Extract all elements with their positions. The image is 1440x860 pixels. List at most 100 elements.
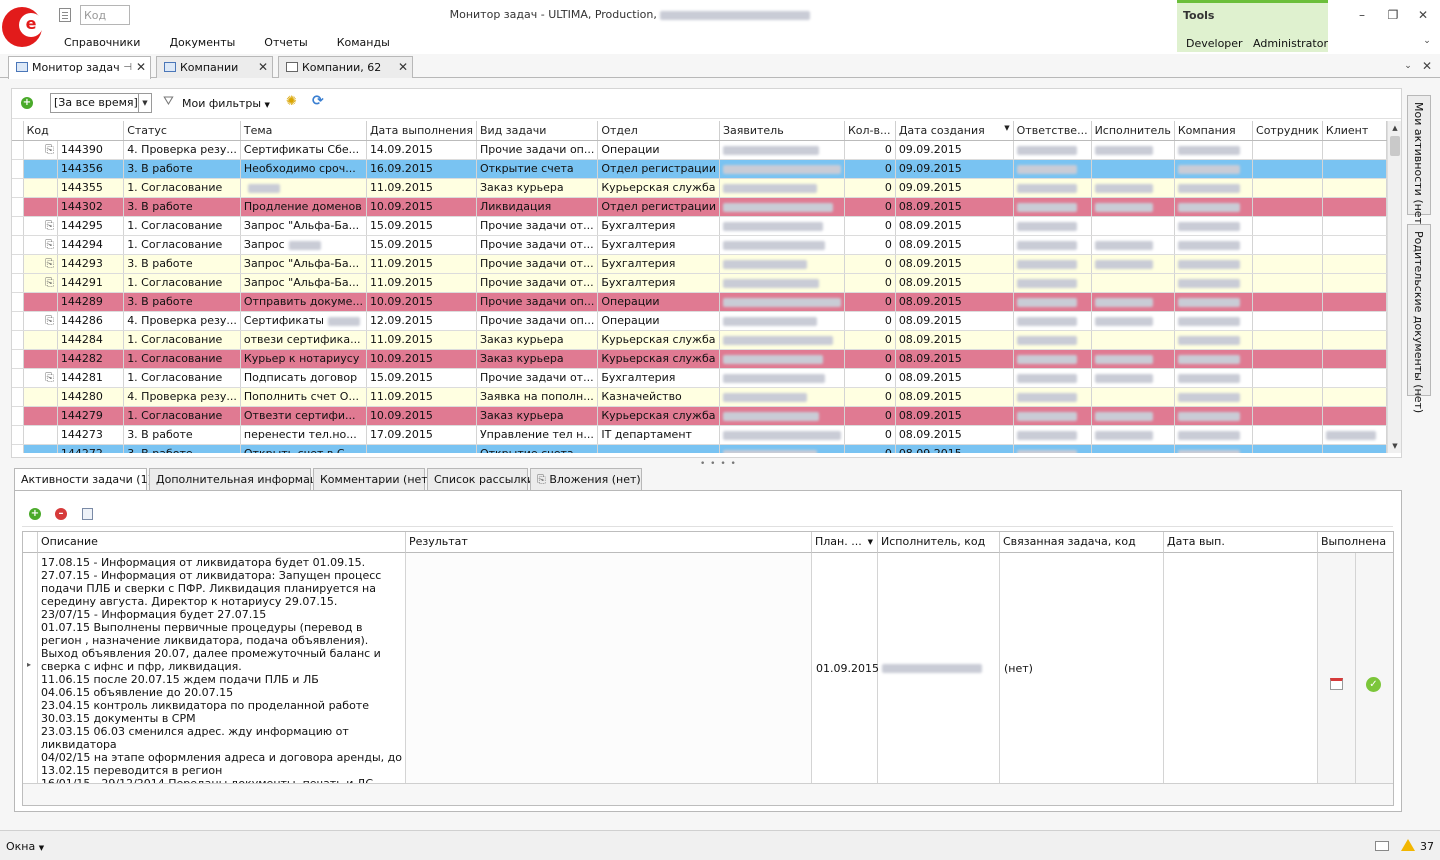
cell-count[interactable]: 0 [844,444,896,453]
cell-count[interactable]: 0 [844,368,896,388]
cell-topic[interactable]: Запрос "Альфа-Ба... [240,254,367,274]
attachment-cell[interactable]: ⎘ [23,140,58,160]
cell-client[interactable] [1322,311,1387,331]
activity-result[interactable] [406,553,812,783]
cell-created-date[interactable]: 08.09.2015 [895,311,1014,331]
attachment-cell[interactable] [23,178,58,198]
cell-code[interactable]: 144286 [57,311,125,331]
cell-department[interactable]: Бухгалтерия [597,235,720,255]
cell-count[interactable]: 0 [844,330,896,350]
refresh-icon[interactable]: ⟳ [312,94,326,108]
tab-task-activities[interactable]: Активности задачи (1) [14,468,152,491]
cell-employee[interactable] [1252,425,1323,445]
cell-code[interactable]: 144272 [57,444,125,453]
col-created-date[interactable]: Дата создания ▼ [895,121,1014,141]
menu-directories[interactable]: Справочники [64,36,140,52]
cell-code[interactable]: 144289 [57,292,125,312]
col-executor[interactable]: Исполнитель [1091,121,1175,141]
row-gutter[interactable] [12,140,24,160]
cell-executor[interactable] [1091,387,1175,407]
cell-department[interactable]: Бухгалтерия [597,254,720,274]
cell-executor[interactable] [1091,216,1175,236]
cell-count[interactable]: 0 [844,406,896,426]
cell-task-type[interactable]: Заказ курьера [476,330,599,350]
cell-executor[interactable] [1091,178,1175,198]
cell-created-date[interactable]: 08.09.2015 [895,273,1014,293]
row-gutter[interactable] [12,349,24,369]
col-code[interactable]: Код [23,121,125,141]
cell-requester[interactable] [719,216,845,236]
cell-department[interactable]: Курьерская служба [597,406,720,426]
cell-count[interactable]: 0 [844,235,896,255]
table-row[interactable]: ⎘ 144286 4. Проверка резу... Сертификаты 12.… [12,311,1387,331]
cell-company[interactable] [1174,254,1254,274]
cell-task-type[interactable]: Заказ курьера [476,406,599,426]
administrator-menu[interactable]: Administrator [1253,37,1328,50]
close-tab-icon[interactable]: ✕ [258,57,268,78]
cell-due-date[interactable]: 15.09.2015 [366,216,477,236]
cell-created-date[interactable]: 08.09.2015 [895,197,1014,217]
cell-requester[interactable] [719,425,845,445]
row-gutter[interactable] [12,216,24,236]
tab-attachments[interactable]: ⎘ Вложения (нет) [530,468,642,490]
scroll-up-icon[interactable]: ▲ [1388,121,1402,135]
cell-department[interactable]: Курьерская служба [597,330,720,350]
attachment-cell[interactable] [23,159,58,179]
col-topic[interactable]: Тема [240,121,367,141]
attachment-cell[interactable] [23,444,58,453]
cell-code[interactable]: 144273 [57,425,125,445]
cell-executor[interactable] [1091,197,1175,217]
cell-executor[interactable] [1091,425,1175,445]
side-tab-parent-documents[interactable]: Родительские документы (нет) [1407,224,1431,413]
cell-executor[interactable] [1091,311,1175,331]
cell-company[interactable] [1174,330,1254,350]
cell-employee[interactable] [1252,178,1323,198]
activity-description[interactable]: 17.08.15 - Информация от ликвидатора буд… [38,553,406,783]
cell-status[interactable]: 3. В работе [123,254,241,274]
row-gutter[interactable] [12,254,24,274]
cell-created-date[interactable]: 08.09.2015 [895,330,1014,350]
cell-count[interactable]: 0 [844,273,896,293]
cell-created-date[interactable]: 08.09.2015 [895,254,1014,274]
cell-company[interactable] [1174,406,1254,426]
warning-icon[interactable] [1401,839,1415,851]
cell-responsible[interactable] [1013,406,1092,426]
cell-created-date[interactable]: 08.09.2015 [895,216,1014,236]
mail-icon[interactable] [1375,841,1389,851]
attachment-cell[interactable]: ⎘ [23,235,58,255]
cell-department[interactable] [597,444,720,453]
cell-due-date[interactable]: 17.09.2015 [366,425,477,445]
cell-created-date[interactable]: 08.09.2015 [895,235,1014,255]
cell-code[interactable]: 144280 [57,387,125,407]
cell-code[interactable]: 144293 [57,254,125,274]
cell-requester[interactable] [719,292,845,312]
cell-responsible[interactable] [1013,254,1092,274]
table-row[interactable]: 144356 3. В работе Необходимо сроч... 16.09… [12,159,1387,179]
cell-task-type[interactable]: Прочие задачи от... [476,368,599,388]
cell-responsible[interactable] [1013,178,1092,198]
cell-executor[interactable] [1091,368,1175,388]
cell-client[interactable] [1322,330,1387,350]
cell-responsible[interactable] [1013,349,1092,369]
cell-created-date[interactable]: 08.09.2015 [895,387,1014,407]
app-logo[interactable]: e [2,7,43,47]
col-completed[interactable]: Выполнена [1318,532,1393,553]
cell-code[interactable]: 144284 [57,330,125,350]
cell-task-type[interactable]: Прочие задачи от... [476,216,599,236]
cell-executor[interactable] [1091,349,1175,369]
cell-due-date[interactable]: 11.09.2015 [366,387,477,407]
cell-employee[interactable] [1252,311,1323,331]
cell-count[interactable]: 0 [844,292,896,312]
cell-status[interactable]: 1. Согласование [123,406,241,426]
cell-status[interactable]: 3. В работе [123,425,241,445]
cell-task-type[interactable]: Прочие задачи оп... [476,140,599,160]
filter-icon[interactable]: ⛛ [163,95,177,109]
cell-topic[interactable]: Отправить докуме... [240,292,367,312]
table-row[interactable]: 144279 1. Согласование Отвезти сертифи... 1… [12,406,1387,426]
col-done-date[interactable]: Дата вып. [1164,532,1318,553]
tab-mailing-list[interactable]: Список рассылки [427,468,534,490]
row-gutter[interactable] [12,406,24,426]
cell-client[interactable] [1322,387,1387,407]
cell-employee[interactable] [1252,387,1323,407]
cell-department[interactable]: Операции [597,140,720,160]
